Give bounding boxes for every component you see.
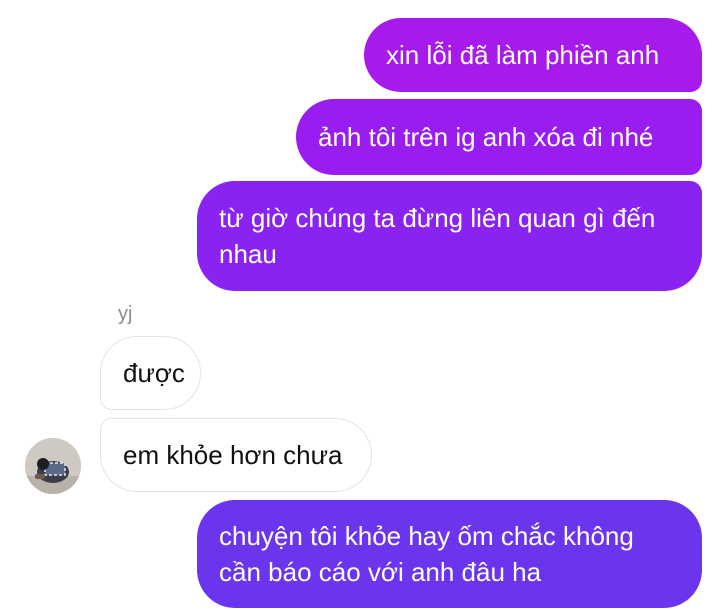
incoming-message-bubble[interactable]: được: [100, 336, 201, 410]
incoming-message-bubble[interactable]: em khỏe hơn chưa: [100, 418, 372, 492]
outgoing-message-bubble[interactable]: từ giờ chúng ta đừng liên quan gì đến nh…: [197, 181, 702, 291]
message-text: xin lỗi đã làm phiền anh: [386, 40, 660, 70]
message-text: ảnh tôi trên ig anh xóa đi nhé: [318, 122, 654, 152]
outgoing-message-bubble[interactable]: chuyện tôi khỏe hay ốm chắc không cần bá…: [197, 500, 702, 608]
message-thread: xin lỗi đã làm phiền anh ảnh tôi trên ig…: [0, 0, 720, 610]
outgoing-message-bubble[interactable]: xin lỗi đã làm phiền anh: [364, 18, 702, 92]
message-text: được: [123, 358, 185, 388]
avatar[interactable]: [25, 438, 81, 494]
profile-photo-icon: [25, 438, 81, 494]
message-text: chuyện tôi khỏe hay ốm chắc không cần bá…: [219, 521, 634, 587]
sender-name: yj: [118, 303, 133, 325]
message-text: em khỏe hơn chưa: [123, 440, 343, 470]
outgoing-message-bubble[interactable]: ảnh tôi trên ig anh xóa đi nhé: [296, 99, 702, 175]
message-text: từ giờ chúng ta đừng liên quan gì đến nh…: [219, 203, 656, 269]
